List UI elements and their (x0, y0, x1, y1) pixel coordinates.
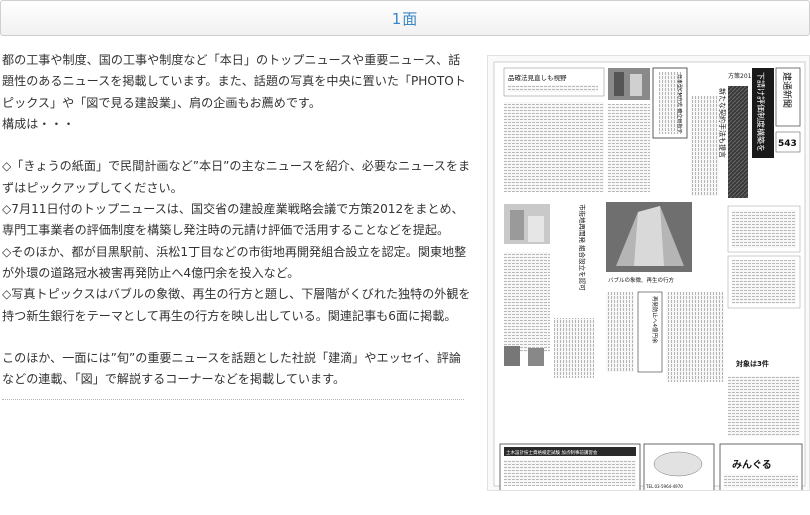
ad-right-title: みんぐる (732, 459, 772, 471)
headline-flood: 再発防止へ4億円余 (651, 296, 659, 344)
section-header: 1面 (0, 0, 810, 36)
newspaper-front-page-image: 品確法見直しも視野 日本型CM方式 確立目指す 方策2012 下請け評価制度構築… (487, 55, 810, 491)
corner-label: 方策2012 (728, 72, 755, 80)
bullet-today-page: ◇「きょうの紙面」で民間計画など”本日”の主なニュースを紹介、必要なニュースをま… (2, 159, 471, 195)
headline-cm: 日本型CM方式 確立目指す (676, 74, 683, 133)
masthead: 建通新聞 (781, 72, 793, 108)
dotted-divider (2, 398, 464, 400)
intro-paragraph: 都の工事や制度、国の工事や制度など「本日」のトップニュースや重要ニュース、話題性… (2, 53, 466, 110)
headline-vertical: 市街地再開発 組合設立を認可 (578, 204, 587, 291)
bullet-top-news: ◇7月11日付のトップニュースは、国交省の建設産業戦略会議で方策2012をまとめ… (2, 202, 464, 238)
headline-main: 下請け評価制度構築を (756, 72, 766, 152)
headline-sub: 新たな契約手法も提言 (718, 88, 727, 158)
photo-caption: バブルの象徴、再生の行方 (608, 276, 675, 284)
bullet-other-news: ◇そのほか、都が目黒駅前、浜松1丁目などの市街地再開発組合設立を認定。関東地整が… (2, 244, 467, 280)
side-number: 543 (778, 139, 797, 149)
ad-left-title: 土木設計技士資格検定試験 加点制事前講習会 (506, 449, 598, 456)
bullet-photo-topics: ◇写真トピックスはバブルの象徴、再生の行方と題し、下層階がくびれた独特の外観を持… (2, 287, 471, 323)
structure-label: 構成は・・・ (2, 116, 75, 131)
side-heading: 対象は3件 (735, 359, 769, 368)
outro-paragraph: このほか、一面には”旬”の重要ニュースを話題とした社説「建滴」やエッセイ、評論な… (2, 351, 461, 387)
headline-left: 品確法見直しも視野 (508, 73, 567, 82)
description-text: 都の工事や制度、国の工事や制度など「本日」のトップニュースや重要ニュース、話題性… (2, 50, 472, 400)
section-title: 1面 (391, 9, 419, 28)
ad-phone: TEL.03-5964-4970 (645, 484, 683, 489)
